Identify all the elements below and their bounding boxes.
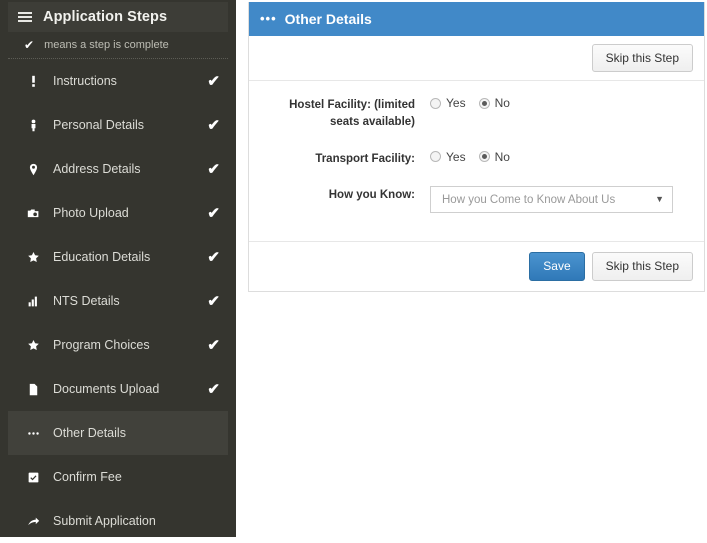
step-complete-check-icon: ✔ [207, 292, 220, 310]
radio-option-label: No [494, 96, 510, 111]
sidebar-item-label: Confirm Fee [53, 470, 122, 484]
ellipsis-icon [22, 427, 44, 440]
field-control: Yes No [430, 149, 523, 164]
legend-label: means a step is complete [44, 39, 169, 51]
skip-this-step-button-bottom[interactable]: Skip this Step [591, 252, 693, 281]
sidebar-item-nts-details[interactable]: NTS Details ✔ [0, 279, 236, 323]
sidebar-item-program-choices[interactable]: Program Choices ✔ [0, 323, 236, 367]
sidebar-item-label: Address Details [53, 162, 141, 176]
sidebar-item-education-details[interactable]: Education Details ✔ [0, 235, 236, 279]
field-control: How you Come to Know About Us ▼ [430, 185, 673, 214]
sidebar-item-label: Documents Upload [53, 382, 160, 396]
panel-title: Other Details [284, 11, 372, 27]
panel-topbar: Skip this Step [249, 36, 704, 82]
field-label: Hostel Facility: (limited seats availabl… [289, 99, 415, 129]
step-complete-check-icon: ✔ [207, 380, 220, 398]
star-icon [22, 251, 44, 264]
sidebar-item-label: NTS Details [53, 294, 120, 308]
form-row: Hostel Facility: (limited seats availabl… [260, 95, 693, 130]
map-pin-icon [22, 163, 44, 176]
star-icon [22, 339, 44, 352]
radio-option-yes[interactable]: Yes [430, 96, 466, 110]
document-icon [22, 383, 44, 396]
sidebar-item-label: Personal Details [53, 118, 145, 132]
radio-button[interactable] [430, 97, 441, 109]
camera-icon [22, 207, 44, 220]
exclamation-icon [22, 75, 44, 88]
chevron-down-icon: ▼ [655, 194, 664, 205]
checkbox-icon [22, 471, 44, 484]
field-label: How you Know: [328, 189, 415, 202]
step-complete-check-icon: ✔ [207, 116, 220, 134]
sidebar-item-submit-application[interactable]: Submit Application [0, 499, 236, 543]
radio-option-label: Yes [446, 96, 466, 111]
sidebar: Application Steps ✔ means a step is comp… [0, 0, 236, 537]
radio-option-label: No [494, 149, 510, 164]
radio-option-label: Yes [446, 149, 466, 164]
sidebar-steps: Instructions ✔ Personal Details ✔ Address De… [0, 59, 236, 543]
step-complete-check-icon: ✔ [207, 336, 220, 354]
skip-this-step-button-top[interactable]: Skip this Step [591, 44, 693, 73]
sidebar-item-photo-upload[interactable]: Photo Upload ✔ [0, 191, 236, 235]
sidebar-item-label: Instructions [53, 74, 117, 88]
field-control: Yes No [430, 95, 523, 110]
sidebar-item-confirm-fee[interactable]: Confirm Fee [0, 455, 236, 499]
sidebar-item-other-details[interactable]: Other Details [8, 411, 228, 455]
panel-header: ••• Other Details [249, 2, 704, 36]
sidebar-item-label: Submit Application [53, 514, 156, 528]
panel-footer: Save Skip this Step [249, 241, 704, 290]
radio-button[interactable] [478, 97, 490, 109]
sidebar-item-instructions[interactable]: Instructions ✔ [0, 59, 236, 103]
person-icon [22, 119, 44, 132]
panel-body: Hostel Facility: (limited seats availabl… [249, 81, 704, 241]
sidebar-item-label: Program Choices [53, 338, 150, 352]
sidebar-item-documents-upload[interactable]: Documents Upload ✔ [0, 367, 236, 411]
how-you-know-select[interactable]: How you Come to Know About Us ▼ [430, 186, 673, 214]
sidebar-title: Application Steps [43, 9, 168, 25]
radio-option-no[interactable]: No [478, 96, 510, 111]
radio-option-yes[interactable]: Yes [430, 150, 466, 164]
check-icon: ✔ [24, 38, 35, 52]
form-row: Transport Facility: Yes No [260, 149, 693, 168]
sidebar-item-label: Photo Upload [53, 206, 129, 220]
other-details-panel: ••• Other Details Skip this Step Hostel … [248, 2, 705, 292]
sidebar-item-personal-details[interactable]: Personal Details ✔ [0, 103, 236, 147]
bar-chart-icon [22, 295, 44, 308]
arrow-icon [22, 515, 44, 528]
ellipsis-icon: ••• [260, 11, 277, 27]
sidebar-header: Application Steps [8, 2, 228, 32]
step-complete-check-icon: ✔ [207, 248, 220, 266]
form-row: How you Know: How you Come to Know About … [260, 185, 693, 214]
save-button[interactable]: Save [529, 252, 585, 281]
sidebar-item-address-details[interactable]: Address Details ✔ [0, 147, 236, 191]
select-placeholder: How you Come to Know About Us [442, 193, 616, 206]
sidebar-item-label: Other Details [53, 426, 126, 440]
hamburger-icon[interactable] [18, 11, 32, 23]
radio-button[interactable] [478, 151, 490, 163]
step-complete-check-icon: ✔ [207, 72, 220, 90]
step-complete-check-icon: ✔ [207, 204, 220, 222]
field-label: Transport Facility: [315, 152, 415, 165]
sidebar-item-label: Education Details [53, 250, 151, 264]
sidebar-legend: ✔ means a step is complete [8, 39, 228, 59]
radio-button[interactable] [430, 151, 441, 163]
radio-option-no[interactable]: No [478, 149, 510, 164]
step-complete-check-icon: ✔ [207, 160, 220, 178]
